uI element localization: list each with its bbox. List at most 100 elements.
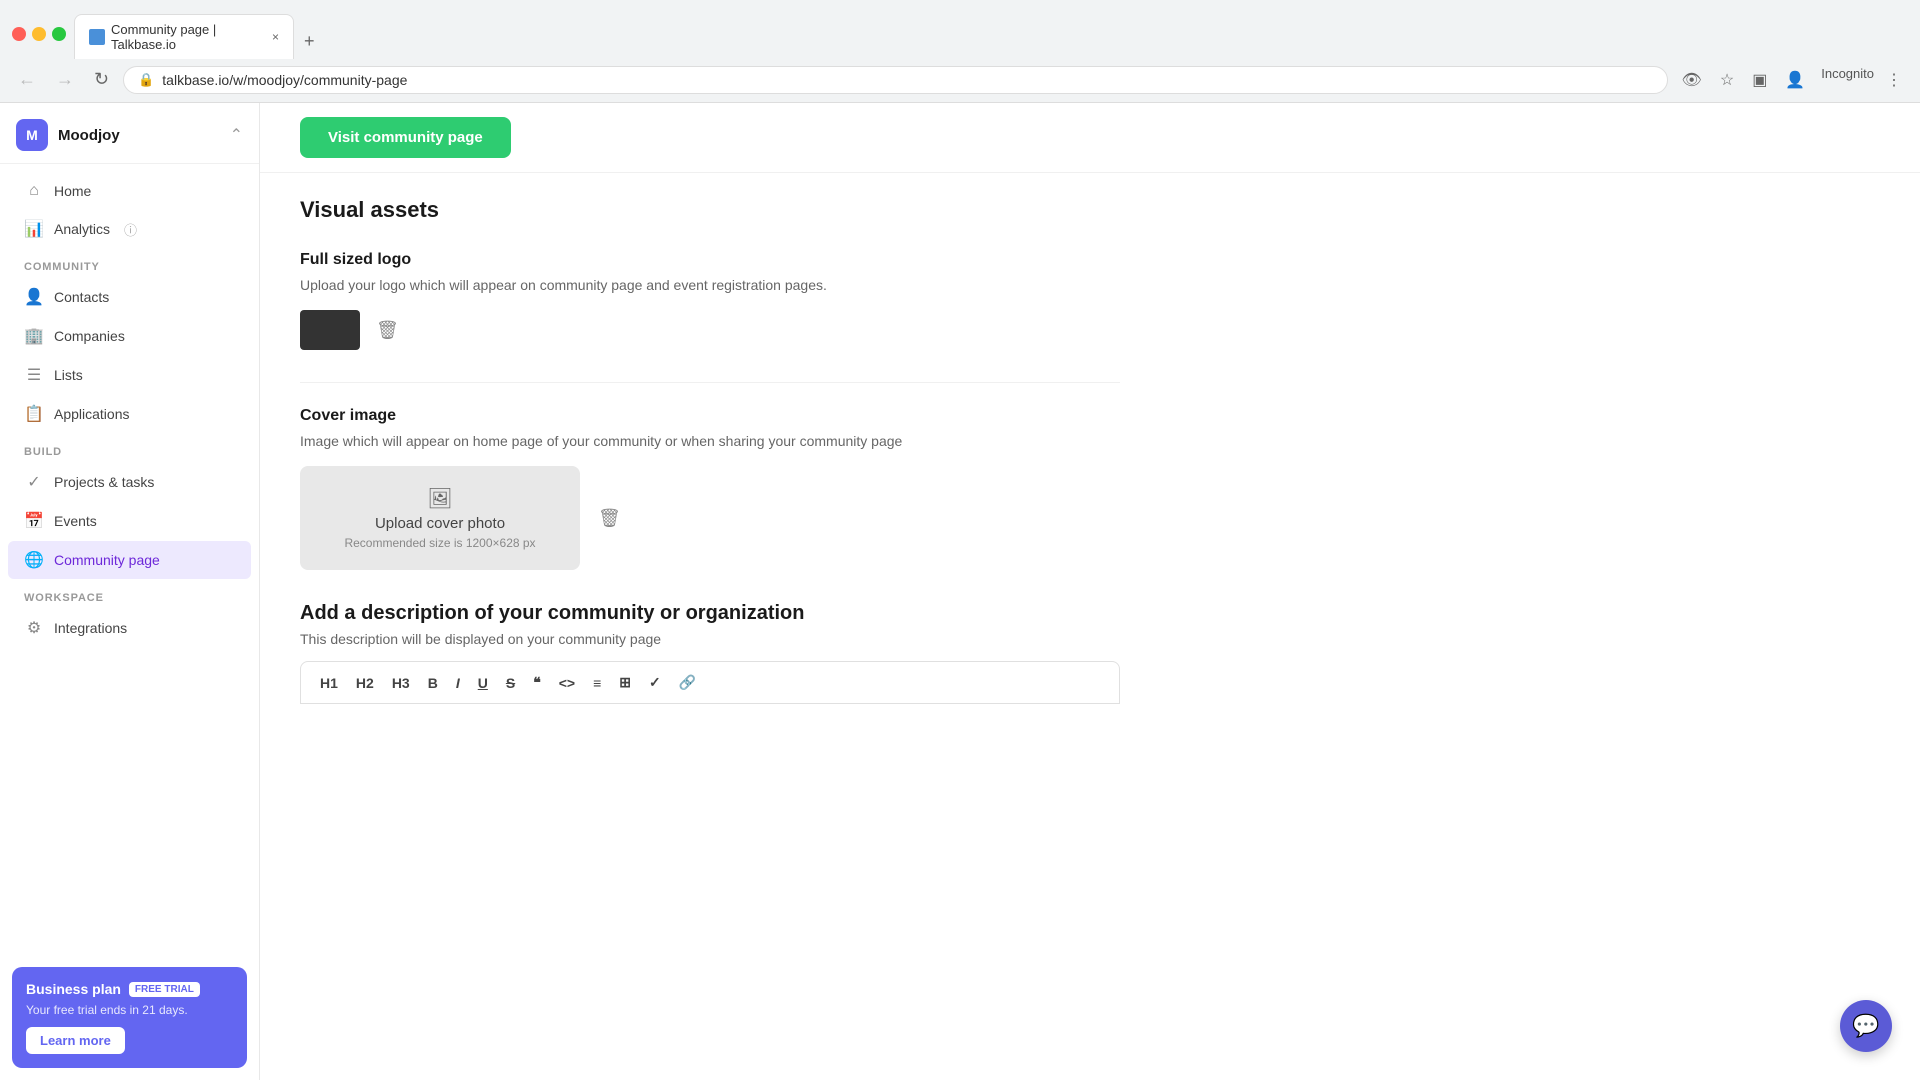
back-btn[interactable]: ← (12, 65, 42, 94)
sidebar-item-label: Community page (54, 552, 160, 568)
upload-area: 🖼 Upload cover photo Recommended size is… (300, 466, 1120, 570)
editor-bold-btn[interactable]: B (421, 671, 445, 695)
sidebar-item-home[interactable]: ⌂ Home (8, 173, 251, 209)
sidebar-item-events[interactable]: 📅 Events (8, 502, 251, 540)
sidebar-item-applications[interactable]: 📋 Applications (8, 395, 251, 433)
address-text: talkbase.io/w/moodjoy/community-page (162, 72, 407, 88)
profile-icon[interactable]: 👤 (1779, 66, 1811, 94)
main-content: Visit community page Visual assets Full … (260, 103, 1920, 1080)
editor-h3-btn[interactable]: H3 (385, 671, 417, 695)
sidebar-icon[interactable]: ▣ (1746, 66, 1773, 94)
more-btn[interactable]: ⋮ (1880, 66, 1908, 94)
toolbar-actions: 👁 ☆ ▣ 👤 Incognito ⋮ (1676, 66, 1908, 94)
logo-field-label: Full sized logo (300, 251, 1120, 269)
window-close-btn[interactable] (12, 27, 26, 41)
editor-list-btn[interactable]: ≡ (586, 671, 608, 695)
upload-cover-box[interactable]: 🖼 Upload cover photo Recommended size is… (300, 466, 580, 570)
sidebar-item-label: Analytics (54, 221, 110, 237)
sidebar-item-analytics[interactable]: 📊 Analytics ⓘ (8, 210, 251, 248)
sidebar-item-integrations[interactable]: ⚙ Integrations (8, 609, 251, 647)
editor-quote-btn[interactable]: ❝ (526, 670, 548, 695)
cover-field-desc: Image which will appear on home page of … (300, 431, 1120, 452)
editor-check-btn[interactable]: ✓ (642, 670, 668, 695)
sidebar-item-label: Contacts (54, 289, 109, 305)
projects-icon: ✓ (24, 472, 44, 492)
section-title: Visual assets (300, 197, 1120, 223)
editor-italic-btn[interactable]: I (449, 671, 467, 695)
window-max-btn[interactable] (52, 27, 66, 41)
sidebar-item-companies[interactable]: 🏢 Companies (8, 317, 251, 355)
home-icon: ⌂ (24, 182, 44, 200)
workspace-chevron-icon[interactable]: ⌃ (230, 125, 243, 145)
browser-titlebar: Community page | Talkbase.io × + (0, 0, 1920, 59)
sidebar-nav: ⌂ Home 📊 Analytics ⓘ COMMUNITY 👤 Contact… (0, 164, 259, 656)
logo-field-block: Full sized logo Upload your logo which w… (300, 251, 1120, 350)
editor-ordered-list-btn[interactable]: ⊞ (612, 670, 638, 695)
forward-btn[interactable]: → (50, 65, 80, 94)
top-banner: Visit community page (260, 103, 1920, 173)
address-bar[interactable]: 🔒 talkbase.io/w/moodjoy/community-page (123, 66, 1667, 94)
editor-h2-btn[interactable]: H2 (349, 671, 381, 695)
editor-underline-btn[interactable]: U (471, 671, 495, 695)
visit-community-page-button[interactable]: Visit community page (300, 117, 511, 158)
description-section-title: Add a description of your community or o… (300, 602, 1120, 625)
free-trial-badge: FREE TRIAL (129, 982, 200, 997)
sidebar-item-label: Projects & tasks (54, 474, 154, 490)
cover-field-label: Cover image (300, 407, 1120, 425)
logo-preview-image (300, 310, 360, 350)
sidebar-item-lists[interactable]: ☰ Lists (8, 356, 251, 394)
sidebar-footer: Business plan FREE TRIAL Your free trial… (0, 955, 259, 1080)
cover-field-block: Cover image Image which will appear on h… (300, 407, 1120, 570)
plan-header: Business plan FREE TRIAL (26, 981, 233, 997)
community-section-label: COMMUNITY (0, 249, 259, 277)
window-min-btn[interactable] (32, 27, 46, 41)
plan-description: Your free trial ends in 21 days. (26, 1003, 233, 1017)
tab-close-btn[interactable]: × (272, 30, 279, 44)
upload-label: Upload cover photo (340, 515, 540, 532)
tab-title: Community page | Talkbase.io (111, 22, 266, 52)
contacts-icon: 👤 (24, 287, 44, 307)
app-layout: M Moodjoy ⌃ ⌂ Home 📊 Analytics ⓘ COMMUNI… (0, 103, 1920, 1080)
section-divider (300, 382, 1120, 383)
editor-code-btn[interactable]: <> (552, 671, 582, 695)
logo-row: 🗑 (300, 310, 1120, 350)
sidebar-item-contacts[interactable]: 👤 Contacts (8, 278, 251, 316)
incognito-label: Incognito (1821, 66, 1874, 94)
integrations-icon: ⚙ (24, 618, 44, 638)
plan-title: Business plan (26, 981, 121, 997)
cover-delete-button[interactable]: 🗑 (594, 504, 625, 533)
sidebar-item-label: Companies (54, 328, 125, 344)
sidebar-item-label: Applications (54, 406, 130, 422)
sidebar-item-label: Lists (54, 367, 83, 383)
build-section-label: BUILD (0, 434, 259, 462)
browser-toolbar: ← → ↻ 🔒 talkbase.io/w/moodjoy/community-… (0, 59, 1920, 102)
analytics-info-icon: ⓘ (124, 220, 137, 239)
new-tab-btn[interactable]: + (294, 24, 325, 59)
reload-btn[interactable]: ↻ (88, 65, 115, 94)
content-area: Visual assets Full sized logo Upload you… (260, 173, 1160, 760)
learn-more-button[interactable]: Learn more (26, 1027, 125, 1054)
sidebar-header: M Moodjoy ⌃ (0, 103, 259, 164)
chat-fab-button[interactable]: 💬 (1840, 1000, 1892, 1052)
logo-delete-button[interactable]: 🗑 (372, 316, 403, 345)
sidebar-item-projects[interactable]: ✓ Projects & tasks (8, 463, 251, 501)
active-tab[interactable]: Community page | Talkbase.io × (74, 14, 294, 59)
sidebar: M Moodjoy ⌃ ⌂ Home 📊 Analytics ⓘ COMMUNI… (0, 103, 260, 1080)
workspace-name: Moodjoy (58, 127, 230, 144)
workspace-section-label: WORKSPACE (0, 580, 259, 608)
browser-chrome: Community page | Talkbase.io × + ← → ↻ 🔒… (0, 0, 1920, 103)
companies-icon: 🏢 (24, 326, 44, 346)
logo-field-desc: Upload your logo which will appear on co… (300, 275, 1120, 296)
eyeoff-icon[interactable]: 👁 (1676, 66, 1708, 94)
description-field-block: Add a description of your community or o… (300, 602, 1120, 704)
window-controls (12, 27, 66, 41)
editor-toolbar: H1 H2 H3 B I U S ❝ <> ≡ ⊞ ✓ 🔗 (300, 661, 1120, 704)
star-icon[interactable]: ☆ (1714, 66, 1740, 94)
events-icon: 📅 (24, 511, 44, 531)
sidebar-item-label: Events (54, 513, 97, 529)
editor-link-btn[interactable]: 🔗 (672, 670, 703, 695)
sidebar-item-community-page[interactable]: 🌐 Community page (8, 541, 251, 579)
editor-strikethrough-btn[interactable]: S (499, 671, 522, 695)
editor-h1-btn[interactable]: H1 (313, 671, 345, 695)
upload-icon: 🖼 (340, 486, 540, 511)
